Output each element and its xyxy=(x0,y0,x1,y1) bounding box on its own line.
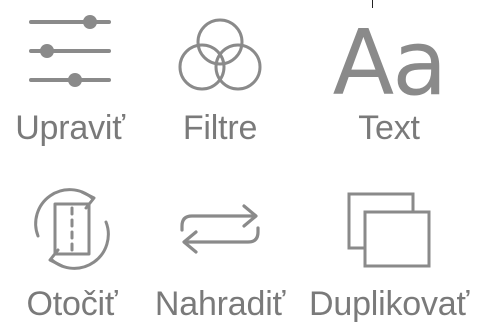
rotate-tool-button[interactable]: Otočiť xyxy=(0,166,160,332)
duplicate-icon xyxy=(347,192,431,268)
filter-circles-icon xyxy=(178,18,262,91)
sliders-icon xyxy=(29,15,111,87)
text-tool-label: Text xyxy=(358,109,420,147)
rotate-tool-label: Otočiť xyxy=(26,285,118,323)
filter-tool-button[interactable]: Filtre xyxy=(140,0,300,166)
rotate-icon xyxy=(34,188,110,270)
edit-tool-button[interactable]: Upraviť xyxy=(0,0,160,166)
replace-arrows-icon xyxy=(180,204,260,254)
replace-tool-button[interactable]: Nahradiť xyxy=(140,166,300,332)
filter-tool-label: Filtre xyxy=(182,109,258,147)
duplicate-tool-label: Duplikovať xyxy=(309,285,470,323)
duplicate-tool-button[interactable]: Duplikovať xyxy=(309,166,469,332)
replace-tool-label: Nahradiť xyxy=(154,285,286,323)
text-aa-glyph: Aa xyxy=(333,11,446,116)
text-tool-button[interactable]: Aa Text xyxy=(309,0,469,166)
text-aa-icon: Aa xyxy=(333,11,448,116)
edit-tool-label: Upraviť xyxy=(15,109,125,147)
